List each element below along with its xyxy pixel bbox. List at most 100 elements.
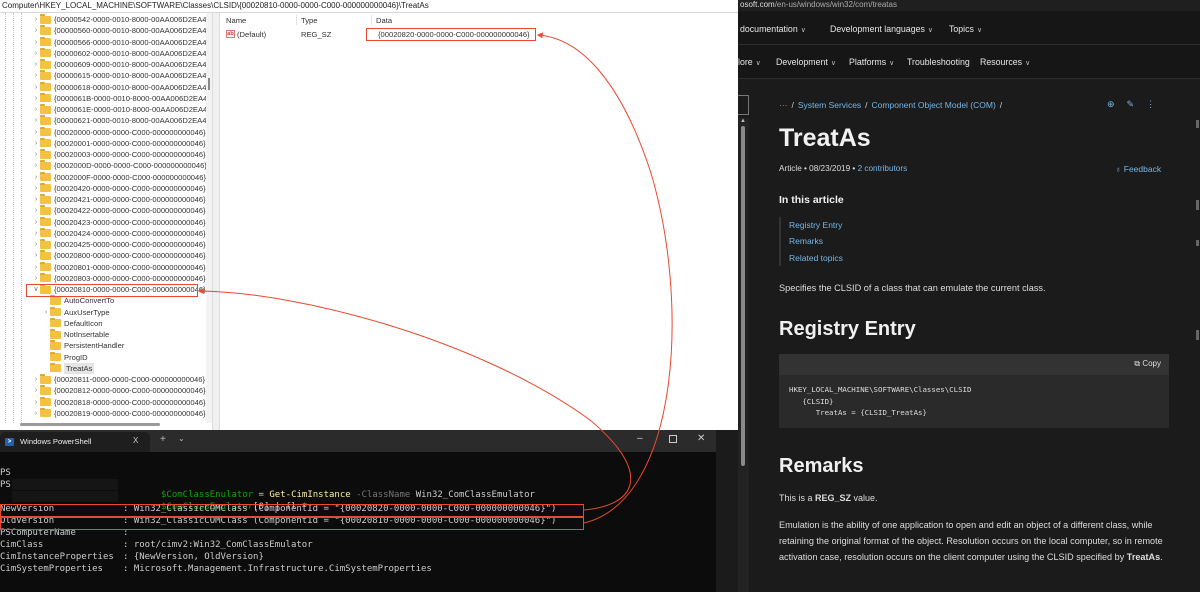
breadcrumb-system-services[interactable]: System Services (798, 100, 861, 110)
chevron-right-icon[interactable]: › (32, 160, 40, 171)
chevron-right-icon[interactable]: › (32, 37, 40, 48)
scrollbar-thumb[interactable] (741, 126, 745, 466)
more-options-icon[interactable]: ⋮ (1146, 99, 1155, 109)
chevron-right-icon[interactable]: › (32, 239, 40, 250)
contributors-link[interactable]: 2 contributors (858, 164, 908, 173)
sidebar-toggle[interactable] (738, 95, 749, 115)
chevron-right-icon[interactable]: › (32, 183, 40, 194)
nav-platforms[interactable]: Platforms ∨ (849, 57, 894, 67)
tree-item-label: {00020421-0000-0000-C000-000000000046} (54, 195, 206, 204)
registry-entry-heading: Registry Entry (779, 318, 916, 340)
chevron-right-icon[interactable]: › (32, 262, 40, 273)
chevron-down-icon[interactable]: ∨ (32, 284, 40, 295)
tree-item-label: NotInsertable (64, 330, 110, 339)
chevron-right-icon[interactable]: › (32, 228, 40, 239)
chevron-right-icon[interactable]: › (32, 408, 40, 419)
chevron-right-icon[interactable]: › (32, 115, 40, 126)
values-pane[interactable]: Name Type Data ab (Default) REG_SZ {0002… (221, 13, 738, 430)
article-type: Article (779, 164, 802, 173)
nav-troubleshooting[interactable]: Troubleshooting (907, 57, 970, 67)
nav-development-languages[interactable]: Development languages ∨ (830, 24, 933, 34)
chevron-right-icon[interactable]: › (32, 93, 40, 104)
tree-item-label: PersistentHandler (64, 341, 125, 351)
toc-link-remarks[interactable]: Remarks (789, 233, 843, 249)
chevron-right-icon[interactable]: › (32, 205, 40, 216)
chevron-right-icon[interactable]: › (32, 250, 40, 261)
tree-horizontal-scrollbar[interactable] (20, 423, 160, 426)
breadcrumb-ellipsis[interactable]: ··· (779, 100, 788, 110)
chevron-right-icon[interactable]: › (32, 138, 40, 149)
article-actions: ⊕ ✎ ⋮ (1107, 99, 1167, 110)
chevron-right-icon[interactable]: › (32, 82, 40, 93)
column-divider[interactable] (296, 15, 297, 25)
close-tab-button[interactable]: X (133, 436, 138, 445)
close-window-button[interactable]: ✕ (697, 433, 705, 444)
chevron-right-icon[interactable]: › (32, 127, 40, 138)
scrollbar-thumb[interactable] (208, 78, 210, 90)
tree-item-label: {00000618-0000-0010-8000-00AA006D2EA4} (54, 82, 209, 92)
terminal-output[interactable]: PS $ComClassEnulator = Get-CimInstance -… (0, 454, 716, 592)
tab-dropdown-button[interactable]: ⌄ (178, 434, 185, 443)
property-value: : Win32_ClassicCOMClass (ComponentId = "… (123, 516, 557, 526)
column-header-data[interactable]: Data (376, 16, 392, 25)
chevron-right-icon[interactable]: › (32, 14, 40, 25)
chevron-right-icon[interactable]: › (32, 397, 40, 408)
scroll-up-arrow-icon[interactable]: ▲ (740, 118, 746, 124)
folder-icon (40, 194, 51, 204)
chevron-right-icon[interactable]: › (32, 385, 40, 396)
folder-icon (40, 81, 51, 91)
copy-button[interactable]: ⧉ Copy (1134, 359, 1161, 369)
tree-item-label: {00000560-0000-0010-8000-00AA006D2EA4} (54, 26, 209, 36)
column-divider[interactable] (371, 15, 372, 25)
nav-topics[interactable]: Topics ∨ (949, 24, 982, 34)
nav-documentation[interactable]: documentation ∨ (740, 24, 806, 34)
tab-windows-powershell[interactable]: > Windows PowerShell X (0, 432, 150, 452)
new-tab-button[interactable]: + (160, 434, 166, 445)
breadcrumb-com[interactable]: Component Object Model (COM) (872, 100, 996, 110)
add-collection-icon[interactable]: ⊕ (1107, 99, 1115, 109)
tree-item-label: {00020003-0000-0000-C000-000000000046} (54, 150, 206, 159)
chevron-right-icon[interactable]: › (32, 217, 40, 228)
property-name: CimInstanceProperties (0, 552, 114, 562)
nav-resources[interactable]: Resources ∨ (980, 57, 1030, 67)
maximize-button[interactable] (669, 435, 677, 443)
text: This is a (779, 493, 816, 503)
chevron-right-icon[interactable]: › (32, 70, 40, 81)
chevron-right-icon[interactable]: › (32, 48, 40, 59)
chevron-down-icon: ∨ (830, 60, 836, 67)
toc-link-registry-entry[interactable]: Registry Entry (789, 217, 843, 233)
page-scrollbar[interactable]: ▲ (738, 118, 749, 592)
nav-explore[interactable]: lore ∨ (738, 57, 761, 67)
chevron-right-icon[interactable]: › (32, 194, 40, 205)
chevron-right-icon[interactable]: › (32, 273, 40, 284)
toc-link-related-topics[interactable]: Related topics (789, 250, 843, 266)
folder-icon (40, 396, 51, 406)
chevron-right-icon[interactable]: › (32, 59, 40, 70)
property-name: OldVersion (0, 516, 55, 526)
secondary-nav: lore ∨ Development ∨ Platforms ∨ Troublesho… (738, 45, 1200, 79)
folder-icon (40, 182, 51, 193)
chevron-right-icon[interactable]: › (32, 104, 40, 115)
url-bar[interactable]: osoft.com/en-us/windows/win32/com/treata… (738, 0, 1200, 11)
breadcrumb: ··· / System Services / Component Object Mod… (779, 100, 1006, 110)
column-header-name[interactable]: Name (226, 16, 246, 25)
registry-tree[interactable]: › {00000542-0000-0010-8000-00AA006D2EA4} ›… (0, 13, 212, 423)
tree-item-label: {00000566-0000-0010-8000-00AA006D2EA4} (54, 37, 209, 47)
feedback-button[interactable]: ♁ Feedback (1115, 164, 1161, 174)
edit-pencil-icon[interactable]: ✎ (1127, 99, 1135, 109)
address-bar[interactable]: Computer\HKEY_LOCAL_MACHINE\SOFTWARE\Cla… (0, 0, 738, 13)
nav-development[interactable]: Development ∨ (776, 57, 836, 67)
folder-icon (40, 407, 51, 418)
column-header-type[interactable]: Type (301, 16, 317, 25)
redacted-path (12, 491, 118, 502)
chevron-right-icon[interactable]: › (42, 307, 50, 318)
chevron-right-icon[interactable]: › (32, 25, 40, 36)
minimize-button[interactable]: – (637, 433, 643, 444)
primary-nav: documentation ∨ Development languages ∨ To… (738, 12, 1200, 45)
pane-splitter[interactable] (212, 13, 220, 430)
chevron-right-icon[interactable]: › (32, 172, 40, 183)
thumb-icon: ♁ (1115, 164, 1124, 174)
chevron-right-icon[interactable]: › (32, 374, 40, 385)
terminal-titlebar[interactable]: > Windows PowerShell X + ⌄ – ✕ (0, 430, 716, 452)
chevron-right-icon[interactable]: › (32, 149, 40, 160)
